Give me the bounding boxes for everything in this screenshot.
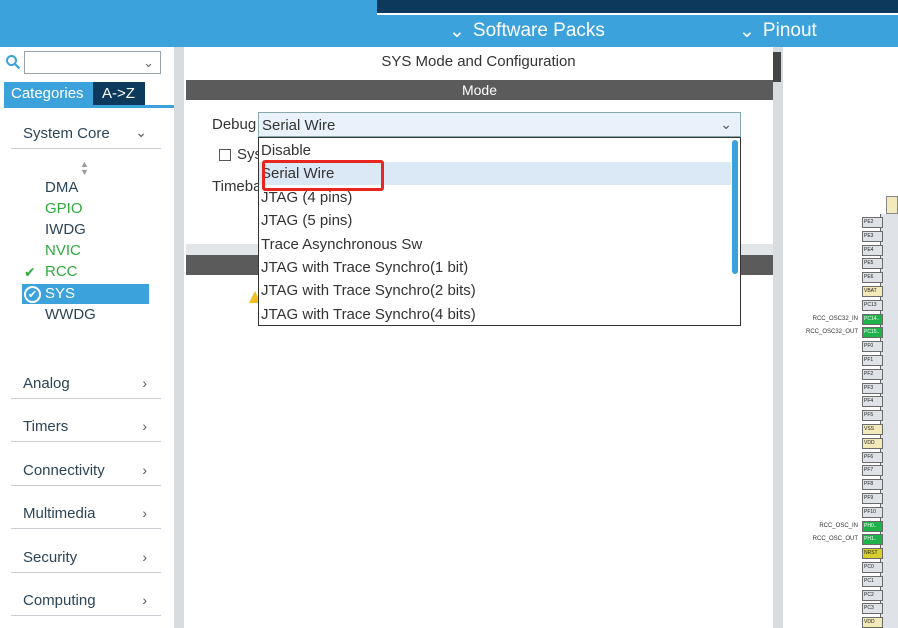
- chip-pin[interactable]: PC13: [862, 300, 883, 311]
- chip-pin[interactable]: PC0: [862, 562, 883, 573]
- dropdown-option-jtag-trace-2bits[interactable]: JTAG with Trace Synchro(2 bits): [259, 279, 731, 302]
- top-header-strip: [377, 0, 898, 13]
- chevron-down-icon: ⌄: [143, 55, 154, 70]
- pin-signal-label: RCC_OSC32_OUT: [805, 329, 858, 335]
- chevron-right-icon: ›: [142, 549, 147, 565]
- chip-pin[interactable]: PF0: [862, 341, 883, 352]
- timebase-label: Timeba: [212, 178, 262, 195]
- check-circle-icon: ✔: [24, 286, 41, 303]
- debug-select-value: Serial Wire: [262, 117, 336, 134]
- category-multimedia[interactable]: Multimedia ›: [11, 497, 161, 529]
- chip-pin[interactable]: PF7: [862, 465, 883, 476]
- chip-pin[interactable]: PE2: [862, 217, 883, 228]
- tab-categories[interactable]: Categories: [4, 82, 93, 105]
- chip-pin[interactable]: PF10: [862, 507, 883, 518]
- collapse-handle-icon[interactable]: [773, 52, 781, 82]
- search-dropdown[interactable]: ⌄: [24, 51, 161, 74]
- chevron-down-icon: ⌄: [739, 20, 755, 42]
- category-connectivity[interactable]: Connectivity ›: [11, 454, 161, 486]
- dropdown-scrollbar[interactable]: [732, 140, 738, 274]
- sidebar-item-wwdg[interactable]: WWDG: [45, 306, 96, 323]
- left-panel-splitter[interactable]: [174, 47, 184, 628]
- sidebar-item-nvic[interactable]: NVIC: [45, 242, 81, 259]
- tab-pinout[interactable]: ⌄ Pinout: [739, 17, 817, 45]
- debug-select[interactable]: Serial Wire ⌄: [258, 112, 741, 137]
- chevron-right-icon: ›: [142, 462, 147, 478]
- tab-underline: [4, 105, 174, 108]
- chip-pin[interactable]: PC3: [862, 603, 883, 614]
- chip-pin[interactable]: PF9: [862, 493, 883, 504]
- category-label: Multimedia: [23, 505, 96, 522]
- check-icon: ✔: [24, 264, 36, 280]
- top-header-divider: [377, 13, 898, 15]
- category-security[interactable]: Security ›: [11, 541, 161, 573]
- chip-pin[interactable]: PE6: [862, 272, 883, 283]
- sidebar-item-iwdg[interactable]: IWDG: [45, 221, 86, 238]
- dropdown-option-jtag-5-pins[interactable]: JTAG (5 pins): [259, 209, 731, 232]
- category-label: Computing: [23, 592, 96, 609]
- tab-software-packs-label: Software Packs: [472, 20, 605, 41]
- chip-pin[interactable]: PC1: [862, 576, 883, 587]
- chevron-right-icon: ›: [142, 418, 147, 434]
- chevron-down-icon: ⌄: [720, 116, 732, 132]
- category-timers[interactable]: Timers ›: [11, 410, 161, 442]
- chip-pin[interactable]: PH0..: [862, 521, 883, 532]
- chip-pin[interactable]: PF8: [862, 479, 883, 490]
- chip-pin[interactable]: PF2: [862, 369, 883, 380]
- category-label: System Core: [23, 125, 110, 142]
- category-label: Timers: [23, 418, 69, 435]
- chip-pin[interactable]: NRST: [862, 548, 883, 559]
- tab-pinout-label: Pinout: [762, 20, 817, 41]
- tab-a-z[interactable]: A->Z: [93, 82, 145, 105]
- sys-checkbox[interactable]: [219, 149, 231, 161]
- category-system-core[interactable]: System Core ⌄: [11, 117, 161, 149]
- dropdown-option-disable[interactable]: Disable: [259, 139, 731, 162]
- category-computing[interactable]: Computing ›: [11, 584, 161, 616]
- debug-label: Debug: [212, 116, 257, 133]
- chip-pin[interactable]: PH1..: [862, 534, 883, 545]
- dropdown-option-jtag-trace-1bit[interactable]: JTAG with Trace Synchro(1 bit): [259, 256, 731, 279]
- chevron-right-icon: ›: [142, 505, 147, 521]
- chip-pin[interactable]: PC2: [862, 590, 883, 601]
- chip-corner-pin: [886, 196, 898, 214]
- chip-pin[interactable]: VDD: [862, 617, 883, 628]
- search-icon[interactable]: [5, 54, 21, 70]
- chip-pin[interactable]: PF3: [862, 383, 883, 394]
- chevron-down-icon: ⌄: [449, 20, 465, 42]
- sidebar-item-gpio[interactable]: GPIO: [45, 200, 83, 217]
- category-label: Analog: [23, 375, 70, 392]
- sort-icon[interactable]: ▲ ▼: [80, 160, 89, 177]
- tab-software-packs[interactable]: ⌄ Software Packs: [449, 17, 605, 45]
- chevron-right-icon: ›: [142, 375, 147, 391]
- chevron-right-icon: ›: [142, 592, 147, 608]
- chip-pin[interactable]: PE3: [862, 231, 883, 242]
- chip-pin[interactable]: VBAT: [862, 286, 883, 297]
- chevron-down-icon: ⌄: [135, 124, 147, 140]
- dropdown-option-trace-async[interactable]: Trace Asynchronous Sw: [259, 233, 731, 256]
- sidebar-item-sys-highlight: [22, 284, 149, 304]
- mode-section-header[interactable]: Mode: [186, 80, 773, 100]
- dropdown-option-jtag-trace-4bits[interactable]: JTAG with Trace Synchro(4 bits): [259, 303, 731, 325]
- sidebar-item-rcc[interactable]: RCC: [45, 263, 78, 280]
- sidebar-item-dma[interactable]: DMA: [45, 179, 78, 196]
- chip-pin[interactable]: VDD: [862, 438, 883, 449]
- chip-pin[interactable]: PF4: [862, 396, 883, 407]
- chip-pin[interactable]: PE5: [862, 258, 883, 269]
- chip-pin[interactable]: PE4: [862, 245, 883, 256]
- pin-signal-label: RCC_OSC32_IN: [812, 316, 858, 322]
- chip-pin[interactable]: VSS: [862, 424, 883, 435]
- chip-pin[interactable]: PC14..: [862, 314, 883, 325]
- page-title: SYS Mode and Configuration: [381, 53, 576, 70]
- pin-signal-label: RCC_OSC_OUT: [812, 536, 858, 542]
- sidebar-item-sys[interactable]: SYS: [45, 285, 75, 302]
- chip-pin[interactable]: PF1: [862, 355, 883, 366]
- chip-pin[interactable]: PF5: [862, 410, 883, 421]
- annotation-highlight-box: [262, 160, 384, 191]
- pin-signal-label: RCC_OSC_IN: [819, 523, 858, 529]
- chip-pin[interactable]: PF6: [862, 452, 883, 463]
- category-analog[interactable]: Analog ›: [11, 367, 161, 399]
- chip-pin[interactable]: PC15..: [862, 327, 883, 338]
- category-label: Security: [23, 549, 78, 566]
- category-label: Connectivity: [23, 462, 105, 479]
